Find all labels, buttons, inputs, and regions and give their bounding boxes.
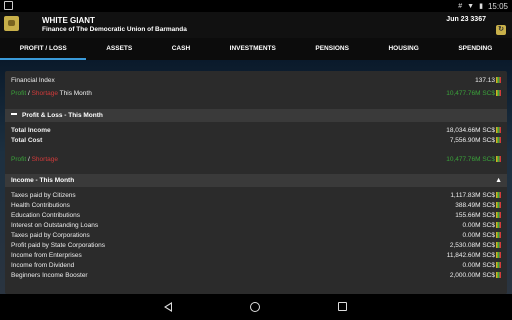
income-row-label: Income from Enterprises bbox=[11, 252, 82, 259]
pl-profit-value: 10,477.76M SC$ bbox=[446, 156, 495, 163]
income-row-label: Health Contributions bbox=[11, 202, 70, 209]
bar-chart-icon[interactable] bbox=[496, 242, 501, 248]
tab-spending[interactable]: SPENDING bbox=[439, 38, 512, 60]
income-row-value: 0.00M SC$ bbox=[462, 222, 495, 229]
total-cost-value: 7,556.90M SC$ bbox=[449, 137, 495, 144]
back-icon[interactable] bbox=[164, 302, 172, 312]
hash-icon: # bbox=[458, 2, 463, 10]
tab-cash[interactable]: CASH bbox=[152, 38, 210, 60]
game-date: Jun 23 3367 bbox=[446, 16, 486, 23]
income-section-header[interactable]: Income - This Month ▲ bbox=[5, 174, 507, 187]
profit-label: Profit bbox=[11, 90, 27, 97]
income-row-label: Profit paid by State Corporations bbox=[11, 242, 105, 249]
income-row: Taxes paid by Citizens 1,117.83M SC$ bbox=[5, 191, 507, 201]
bar-chart-icon[interactable] bbox=[496, 272, 501, 278]
financial-index-label: Financial Index bbox=[11, 77, 55, 84]
income-row: Profit paid by State Corporations 2,530.… bbox=[5, 241, 507, 251]
tab-investments[interactable]: INVESTMENTS bbox=[210, 38, 296, 60]
finance-panel[interactable]: Financial Index 137.13 Profit / Shortage… bbox=[5, 71, 507, 294]
main-content: Financial Index 137.13 Profit / Shortage… bbox=[0, 60, 512, 294]
battery-icon: ▮ bbox=[479, 3, 483, 10]
income-row: Income from Enterprises 11,842.60M SC$ bbox=[5, 251, 507, 261]
income-section-title: Income - This Month bbox=[11, 177, 75, 184]
clock: 15:05 bbox=[487, 1, 508, 11]
income-row: Education Contributions 155.66M SC$ bbox=[5, 211, 507, 221]
app-header: WHITE GIANT Finance of The Democratic Un… bbox=[0, 12, 512, 38]
income-row: Interest on Outstanding Loans 0.00M SC$ bbox=[5, 221, 507, 231]
total-income-row: Total Income 18,034.66M SC$ bbox=[5, 126, 507, 136]
home-icon[interactable] bbox=[250, 302, 260, 312]
bar-chart-icon[interactable] bbox=[496, 212, 501, 218]
financial-index-row: Financial Index 137.13 bbox=[5, 76, 507, 86]
total-income-value: 18,034.66M SC$ bbox=[446, 127, 495, 134]
bar-chart-icon[interactable] bbox=[496, 192, 501, 198]
tab-pensions[interactable]: PENSIONS bbox=[296, 38, 369, 60]
total-cost-label: Total Cost bbox=[11, 137, 43, 144]
income-row-label: Beginners Income Booster bbox=[11, 272, 88, 279]
recent-apps-icon[interactable] bbox=[338, 302, 347, 311]
income-row-label: Interest on Outstanding Loans bbox=[11, 222, 99, 229]
monthly-profit-value: 10,477.76M SC$ bbox=[446, 90, 495, 97]
app-subtitle: Finance of The Democratic Union of Barma… bbox=[42, 26, 187, 33]
tab-bar: PROFIT / LOSS ASSETS CASH INVESTMENTS PE… bbox=[0, 38, 512, 60]
financial-index-value: 137.13 bbox=[475, 77, 495, 84]
income-row-value: 0.00M SC$ bbox=[462, 232, 495, 239]
chevron-up-icon[interactable]: ▲ bbox=[495, 177, 502, 184]
monthly-profit-row: Profit / Shortage This Month 10,477.76M … bbox=[5, 89, 507, 99]
profit-label: Profit bbox=[11, 156, 27, 163]
tab-assets[interactable]: ASSETS bbox=[86, 38, 152, 60]
income-row-value: 388.49M SC$ bbox=[455, 202, 495, 209]
income-row-label: Income from Dividend bbox=[11, 262, 75, 269]
refresh-icon[interactable]: ↻ bbox=[496, 25, 506, 35]
bar-chart-icon[interactable] bbox=[496, 137, 501, 143]
navigation-bar bbox=[0, 294, 512, 320]
notification-icon bbox=[4, 1, 13, 10]
income-row-label: Taxes paid by Citizens bbox=[11, 192, 76, 199]
income-row-value: 155.66M SC$ bbox=[455, 212, 495, 219]
status-bar: # ▼ ▮ 15:05 bbox=[0, 0, 512, 12]
income-row-value: 1,117.83M SC$ bbox=[450, 192, 495, 199]
total-cost-row: Total Cost 7,556.90M SC$ bbox=[5, 136, 507, 146]
profit-loss-section-header[interactable]: Profit & Loss - This Month bbox=[5, 109, 507, 122]
bar-chart-icon[interactable] bbox=[496, 252, 501, 258]
app-logo-icon bbox=[4, 16, 19, 31]
total-income-label: Total Income bbox=[11, 127, 51, 134]
shortage-label: Shortage bbox=[31, 156, 58, 163]
tab-profit-loss[interactable]: PROFIT / LOSS bbox=[0, 38, 87, 60]
income-row-value: 2,530.08M SC$ bbox=[449, 242, 495, 249]
shortage-label: Shortage bbox=[31, 90, 58, 97]
bar-chart-icon[interactable] bbox=[496, 232, 501, 238]
income-row: Taxes paid by Corporations 0.00M SC$ bbox=[5, 231, 507, 241]
collapse-minus-icon bbox=[11, 113, 17, 115]
wifi-icon: ▼ bbox=[467, 2, 475, 10]
bar-chart-icon[interactable] bbox=[496, 90, 501, 96]
app-title: WHITE GIANT bbox=[42, 16, 95, 25]
income-row-value: 11,842.60M SC$ bbox=[446, 252, 495, 259]
income-row: Beginners Income Booster 2,000.00M SC$ bbox=[5, 271, 507, 281]
bar-chart-icon[interactable] bbox=[496, 262, 501, 268]
income-row: Health Contributions 388.49M SC$ bbox=[5, 201, 507, 211]
income-row-label: Taxes paid by Corporations bbox=[11, 232, 90, 239]
income-row-label: Education Contributions bbox=[11, 212, 81, 219]
tab-housing[interactable]: HOUSING bbox=[369, 38, 439, 60]
profit-loss-section-title: Profit & Loss - This Month bbox=[22, 112, 103, 119]
pl-profit-row: Profit / Shortage 10,477.76M SC$ bbox=[5, 155, 507, 165]
bar-chart-icon[interactable] bbox=[496, 202, 501, 208]
income-row-value: 0.00M SC$ bbox=[462, 262, 495, 269]
bar-chart-icon[interactable] bbox=[496, 222, 501, 228]
bar-chart-icon[interactable] bbox=[496, 156, 501, 162]
bar-chart-icon[interactable] bbox=[496, 77, 501, 83]
income-row-value: 2,000.00M SC$ bbox=[449, 272, 495, 279]
bar-chart-icon[interactable] bbox=[496, 127, 501, 133]
income-row: Income from Dividend 0.00M SC$ bbox=[5, 261, 507, 271]
